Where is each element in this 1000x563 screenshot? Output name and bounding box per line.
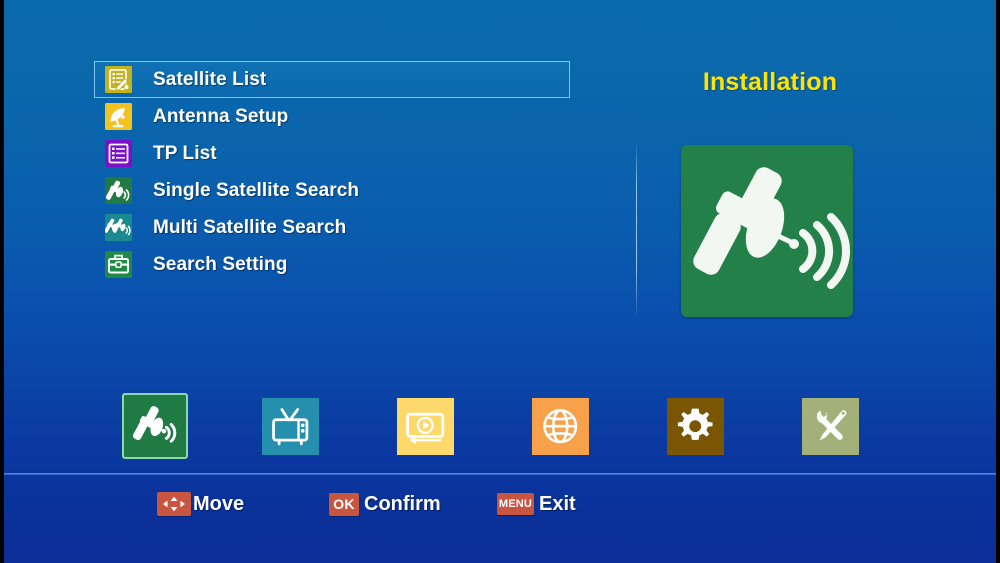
single-search-icon (105, 177, 132, 204)
hint-label: Exit (539, 492, 576, 515)
strip-item-network[interactable] (490, 386, 630, 466)
tv-menu-screen: Installation Satellite List Antenna Setu… (0, 0, 1000, 563)
hint-label: Move (193, 492, 245, 515)
antenna-dish-icon (105, 103, 132, 130)
menu-item-label: Antenna Setup (153, 105, 289, 127)
menu-item-satellite-list[interactable]: Satellite List (94, 61, 570, 98)
multi-search-icon (105, 214, 132, 241)
menu-item-tp-list[interactable]: TP List (94, 135, 570, 172)
menu-item-label: TP List (153, 142, 217, 164)
strip-item-settings[interactable] (625, 386, 765, 466)
main-menu-icon-strip (0, 386, 1000, 466)
menu-item-label: Satellite List (153, 68, 267, 90)
hint-confirm: OK Confirm (329, 487, 441, 521)
menu-item-search-setting[interactable]: Search Setting (94, 246, 570, 283)
menu-key-badge: MENU (497, 493, 534, 515)
tools-icon (801, 397, 859, 455)
menu-item-antenna-setup[interactable]: Antenna Setup (94, 98, 570, 135)
menu-item-single-satellite-search[interactable]: Single Satellite Search (94, 172, 570, 209)
gear-icon (666, 397, 724, 455)
footer-divider (4, 473, 996, 475)
installation-menu-list: Satellite List Antenna Setup TP List Sin… (94, 61, 570, 283)
installation-preview-image (681, 145, 853, 317)
menu-item-label: Multi Satellite Search (153, 216, 347, 238)
menu-item-multi-satellite-search[interactable]: Multi Satellite Search (94, 209, 570, 246)
strip-item-channel[interactable] (220, 386, 360, 466)
strip-item-media[interactable] (355, 386, 495, 466)
dpad-arrows-icon (157, 492, 191, 516)
ok-key-badge: OK (329, 492, 359, 516)
strip-item-tools[interactable] (760, 386, 900, 466)
vertical-divider (636, 144, 637, 316)
menu-item-label: Search Setting (153, 253, 288, 275)
satellite-list-icon (105, 66, 132, 93)
page-title: Installation (702, 68, 838, 96)
satellite-icon (122, 393, 188, 459)
hint-exit: MENU Exit (497, 487, 576, 521)
footer-hints: Move OK Confirm MENU Exit (0, 487, 1000, 521)
media-play-icon (396, 397, 454, 455)
tp-list-icon (105, 140, 132, 167)
hint-move: Move (157, 487, 244, 521)
tv-icon (261, 397, 319, 455)
toolbox-icon (105, 251, 132, 278)
globe-icon (531, 397, 589, 455)
hint-label: Confirm (364, 492, 441, 515)
menu-item-label: Single Satellite Search (153, 179, 360, 201)
strip-item-installation[interactable] (85, 386, 225, 466)
